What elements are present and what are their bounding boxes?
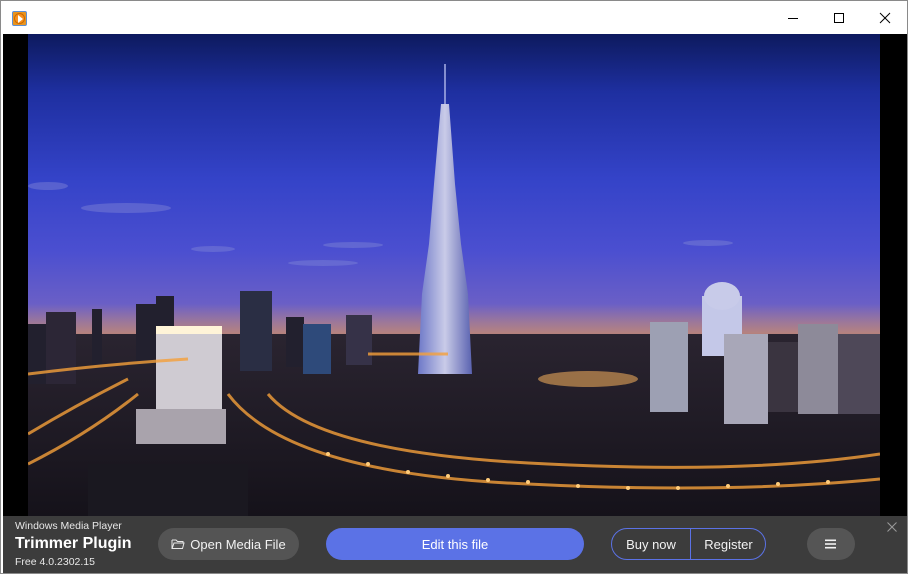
dismiss-bar-button[interactable] — [886, 520, 898, 532]
purchase-button-group: Buy now Register — [611, 528, 766, 560]
hamburger-menu-icon — [825, 539, 836, 549]
plugin-bar: Windows Media Player Trimmer Plugin Free… — [3, 516, 907, 573]
maximize-button[interactable] — [816, 2, 862, 34]
video-scene — [28, 64, 880, 516]
foreground-building — [88, 464, 248, 516]
close-icon — [879, 12, 891, 24]
open-media-file-button[interactable]: Open Media File — [158, 528, 299, 560]
brand-version: Free 4.0.2302.15 — [15, 556, 95, 568]
cloud — [323, 242, 383, 248]
cloud — [28, 182, 68, 190]
menu-button[interactable] — [807, 528, 855, 560]
video-frame[interactable] — [28, 34, 880, 516]
close-button[interactable] — [862, 2, 908, 34]
minimize-icon — [788, 18, 798, 19]
play-triangle — [18, 15, 23, 23]
cloud — [191, 246, 235, 252]
minimize-button[interactable] — [770, 2, 816, 34]
video-viewport[interactable] — [3, 34, 907, 516]
close-icon — [887, 522, 897, 532]
register-label: Register — [704, 536, 753, 552]
folder-open-icon — [171, 539, 185, 549]
register-button[interactable]: Register — [691, 529, 765, 559]
open-media-file-label: Open Media File — [190, 536, 286, 552]
media-player-play-icon — [12, 11, 27, 26]
title-bar[interactable] — [2, 2, 907, 34]
cloud — [81, 203, 171, 213]
app-window: Windows Media Player Trimmer Plugin Free… — [0, 0, 908, 574]
maximize-icon — [834, 13, 844, 23]
edit-this-file-label: Edit this file — [421, 536, 489, 552]
burj-khalifa — [418, 64, 472, 374]
brand-subtitle: Windows Media Player — [15, 520, 122, 532]
cloud — [288, 260, 358, 266]
buy-now-button[interactable]: Buy now — [612, 529, 691, 559]
skyline-right — [650, 282, 880, 424]
cloud — [683, 240, 733, 246]
buy-now-label: Buy now — [626, 536, 676, 552]
water-reflection — [538, 371, 638, 387]
brand-title: Trimmer Plugin — [15, 535, 132, 552]
clouds — [28, 182, 733, 266]
edit-this-file-button[interactable]: Edit this file — [326, 528, 584, 560]
